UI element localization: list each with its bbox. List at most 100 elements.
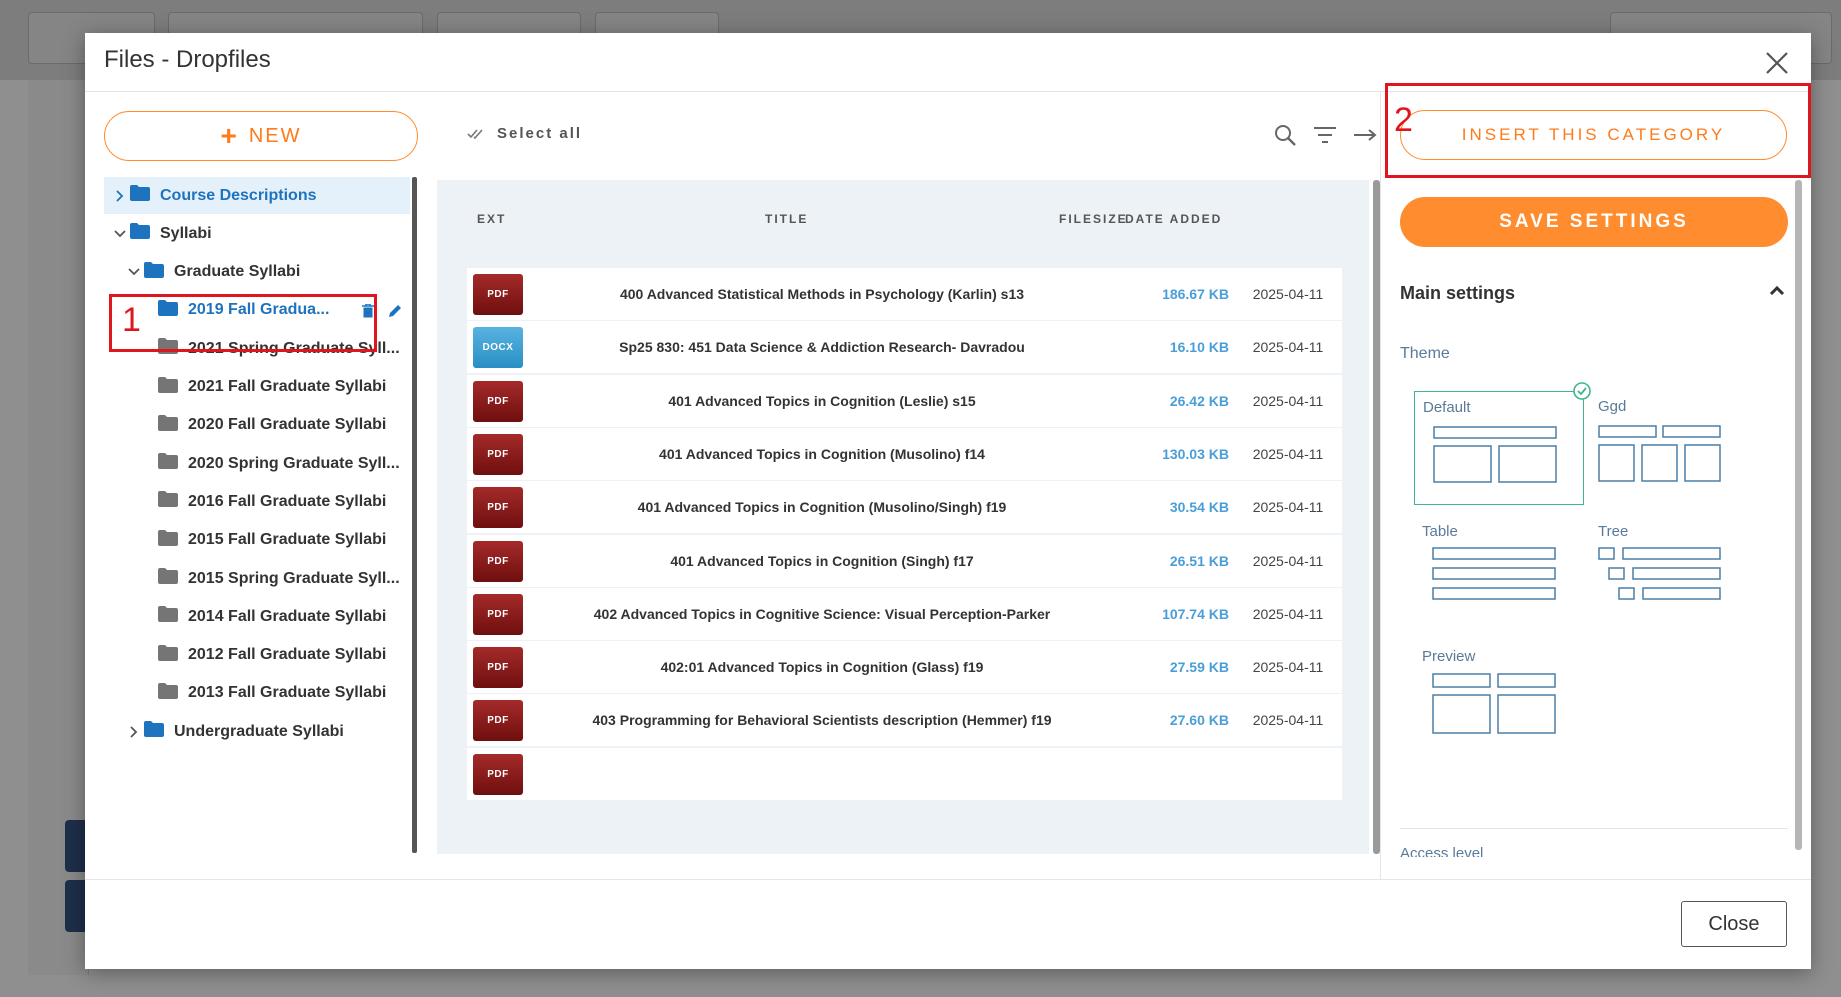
filter-icon[interactable]: [1313, 125, 1337, 145]
file-date: 2025-04-11: [1252, 445, 1324, 462]
select-all-button[interactable]: Select all: [467, 125, 582, 142]
pdf-file-icon: PDF: [473, 487, 523, 529]
theme-name: Default: [1423, 399, 1471, 416]
tree-item[interactable]: 2021 Fall Graduate Syllabi: [104, 369, 410, 406]
pdf-file-icon: PDF: [473, 274, 523, 315]
file-title: 402 Advanced Topics in Cognitive Science…: [593, 605, 1051, 622]
file-list-scrollbar[interactable]: [1373, 180, 1380, 854]
file-title: Sp25 830: 451 Data Science & Addiction R…: [619, 339, 1025, 356]
pdf-file-icon: PDF: [473, 753, 523, 795]
file-size: 27.60 KB: [1169, 712, 1229, 729]
file-row[interactable]: PDF 403 Programming for Behavioral Scient…: [467, 694, 1342, 747]
column-header-filesize[interactable]: FILESIZE: [1059, 212, 1128, 226]
file-row[interactable]: PDF 400 Advanced Statistical Methods in P…: [467, 268, 1342, 320]
theme-preview[interactable]: Preview: [1414, 641, 1582, 753]
tree-item[interactable]: Undergraduate Syllabi: [104, 713, 410, 750]
chevron-right-icon[interactable]: [124, 725, 144, 739]
file-date: 2025-04-11: [1252, 286, 1324, 302]
check-circle-icon: [1573, 382, 1591, 400]
save-settings-button[interactable]: SAVE SETTINGS: [1400, 197, 1788, 247]
pdf-file-icon: PDF: [473, 380, 523, 422]
tree-item-label: 2015 Fall Graduate Syllabi: [188, 531, 387, 549]
file-size: 16.10 KB: [1169, 339, 1229, 356]
tree-item[interactable]: 2020 Fall Graduate Syllabi: [104, 407, 410, 444]
chevron-up-icon[interactable]: [1767, 281, 1787, 301]
annotation-box-1: [109, 294, 377, 352]
theme-name: Preview: [1422, 648, 1476, 665]
search-icon[interactable]: [1273, 123, 1297, 147]
annotation-number-1: 1: [122, 301, 141, 339]
file-row[interactable]: PDF 401 Advanced Topics in Cognition (Mus…: [467, 427, 1342, 480]
theme-ggd[interactable]: Ggd: [1590, 391, 1758, 503]
folder-icon: [158, 644, 178, 666]
file-size: 27.59 KB: [1169, 659, 1229, 676]
plus-icon: +: [220, 120, 239, 151]
tree-item[interactable]: 2020 Spring Graduate Syll...: [104, 445, 410, 482]
file-row[interactable]: PDF 402 Advanced Topics in Cognitive Scie…: [467, 587, 1342, 640]
tree-item[interactable]: 2013 Fall Graduate Syllabi: [104, 675, 410, 712]
theme-default[interactable]: Default: [1414, 382, 1591, 505]
tree-item-label: Course Descriptions: [160, 186, 317, 204]
tree-item-label: 2021 Fall Graduate Syllabi: [188, 378, 387, 395]
theme-tree[interactable]: Tree: [1590, 516, 1758, 628]
theme-name: Table: [1422, 523, 1458, 540]
dialog-title: Files - Dropfiles: [104, 46, 271, 73]
tree-item[interactable]: 2015 Spring Graduate Syll...: [104, 560, 410, 597]
tree-item-label: 2016 Fall Graduate Syllabi: [188, 492, 387, 510]
tree-item[interactable]: 2015 Fall Graduate Syllabi: [104, 522, 410, 559]
theme-default-thumbnail: [1433, 426, 1557, 483]
new-button-label: NEW: [248, 124, 302, 147]
double-check-icon: [467, 128, 483, 139]
file-row[interactable]: PDF 402:01 Advanced Topics in Cognition (…: [467, 641, 1342, 694]
theme-name: Tree: [1598, 523, 1629, 540]
file-title: 403 Programming for Behavioral Scientist…: [592, 712, 1052, 729]
file-row[interactable]: PDF 401 Advanced Topics in Cognition (Mus…: [467, 481, 1342, 534]
annotation-number-2: 2: [1394, 101, 1413, 139]
folder-icon: [158, 568, 178, 589]
close-button[interactable]: Close: [1681, 901, 1787, 947]
folder-icon: [130, 223, 150, 244]
file-size: 130.03 KB: [1162, 445, 1229, 462]
theme-table[interactable]: Table: [1414, 516, 1582, 628]
file-date: 2025-04-11: [1252, 392, 1324, 409]
close-icon[interactable]: [1757, 43, 1797, 83]
new-category-button[interactable]: + NEW: [104, 111, 418, 161]
folder-icon: [158, 376, 178, 398]
pencil-icon[interactable]: [388, 304, 402, 318]
folder-icon: [158, 491, 178, 512]
file-date: 2025-04-11: [1252, 499, 1324, 516]
folder-icon: [158, 414, 178, 436]
folder-icon: [144, 721, 164, 742]
settings-scrollbar[interactable]: [1795, 180, 1802, 850]
file-title: 400 Advanced Statistical Methods in Psyc…: [619, 286, 1025, 302]
tree-scrollbar[interactable]: [412, 177, 417, 853]
pdf-file-icon: PDF: [473, 540, 523, 582]
file-title: 401 Advanced Topics in Cognition (Musoli…: [637, 499, 1007, 516]
category-tree: Course Descriptions Syllabi Graduate Sylla…: [104, 177, 410, 853]
tree-item[interactable]: 2012 Fall Graduate Syllabi: [104, 637, 410, 674]
tree-item[interactable]: 2016 Fall Graduate Syllabi: [104, 483, 410, 520]
pdf-file-icon: PDF: [473, 647, 523, 689]
column-header-title[interactable]: TITLE: [765, 212, 808, 226]
file-size: 26.42 KB: [1169, 392, 1229, 409]
file-row[interactable]: PDF: [467, 747, 1342, 800]
file-row[interactable]: PDF 401 Advanced Topics in Cognition (Les…: [467, 374, 1342, 427]
file-title: 401 Advanced Topics in Cognition (Musoli…: [659, 445, 985, 462]
tree-item[interactable]: Graduate Syllabi: [104, 254, 410, 291]
tree-item[interactable]: Course Descriptions: [104, 177, 410, 214]
chevron-down-icon[interactable]: [124, 265, 144, 279]
arrow-right-icon[interactable]: [1353, 127, 1377, 143]
settings-separator: [1400, 828, 1788, 829]
theme-preview-thumbnail: [1432, 673, 1556, 734]
main-settings-heading: Main settings: [1400, 283, 1516, 303]
file-row[interactable]: PDF 401 Advanced Topics in Cognition (Sin…: [467, 534, 1342, 587]
chevron-down-icon[interactable]: [110, 227, 130, 241]
docx-file-icon: DOCX: [473, 327, 523, 369]
file-row[interactable]: DOCX Sp25 830: 451 Data Science & Addicti…: [467, 321, 1342, 374]
column-header-date[interactable]: DATE ADDED: [1125, 212, 1222, 226]
tree-item[interactable]: Syllabi: [104, 215, 410, 252]
chevron-right-icon[interactable]: [110, 189, 130, 203]
tree-item[interactable]: 2014 Fall Graduate Syllabi: [104, 598, 410, 635]
column-header-ext[interactable]: EXT: [477, 212, 506, 226]
dropfiles-dialog: Files - Dropfiles + NEW Course Descripti…: [85, 33, 1811, 969]
